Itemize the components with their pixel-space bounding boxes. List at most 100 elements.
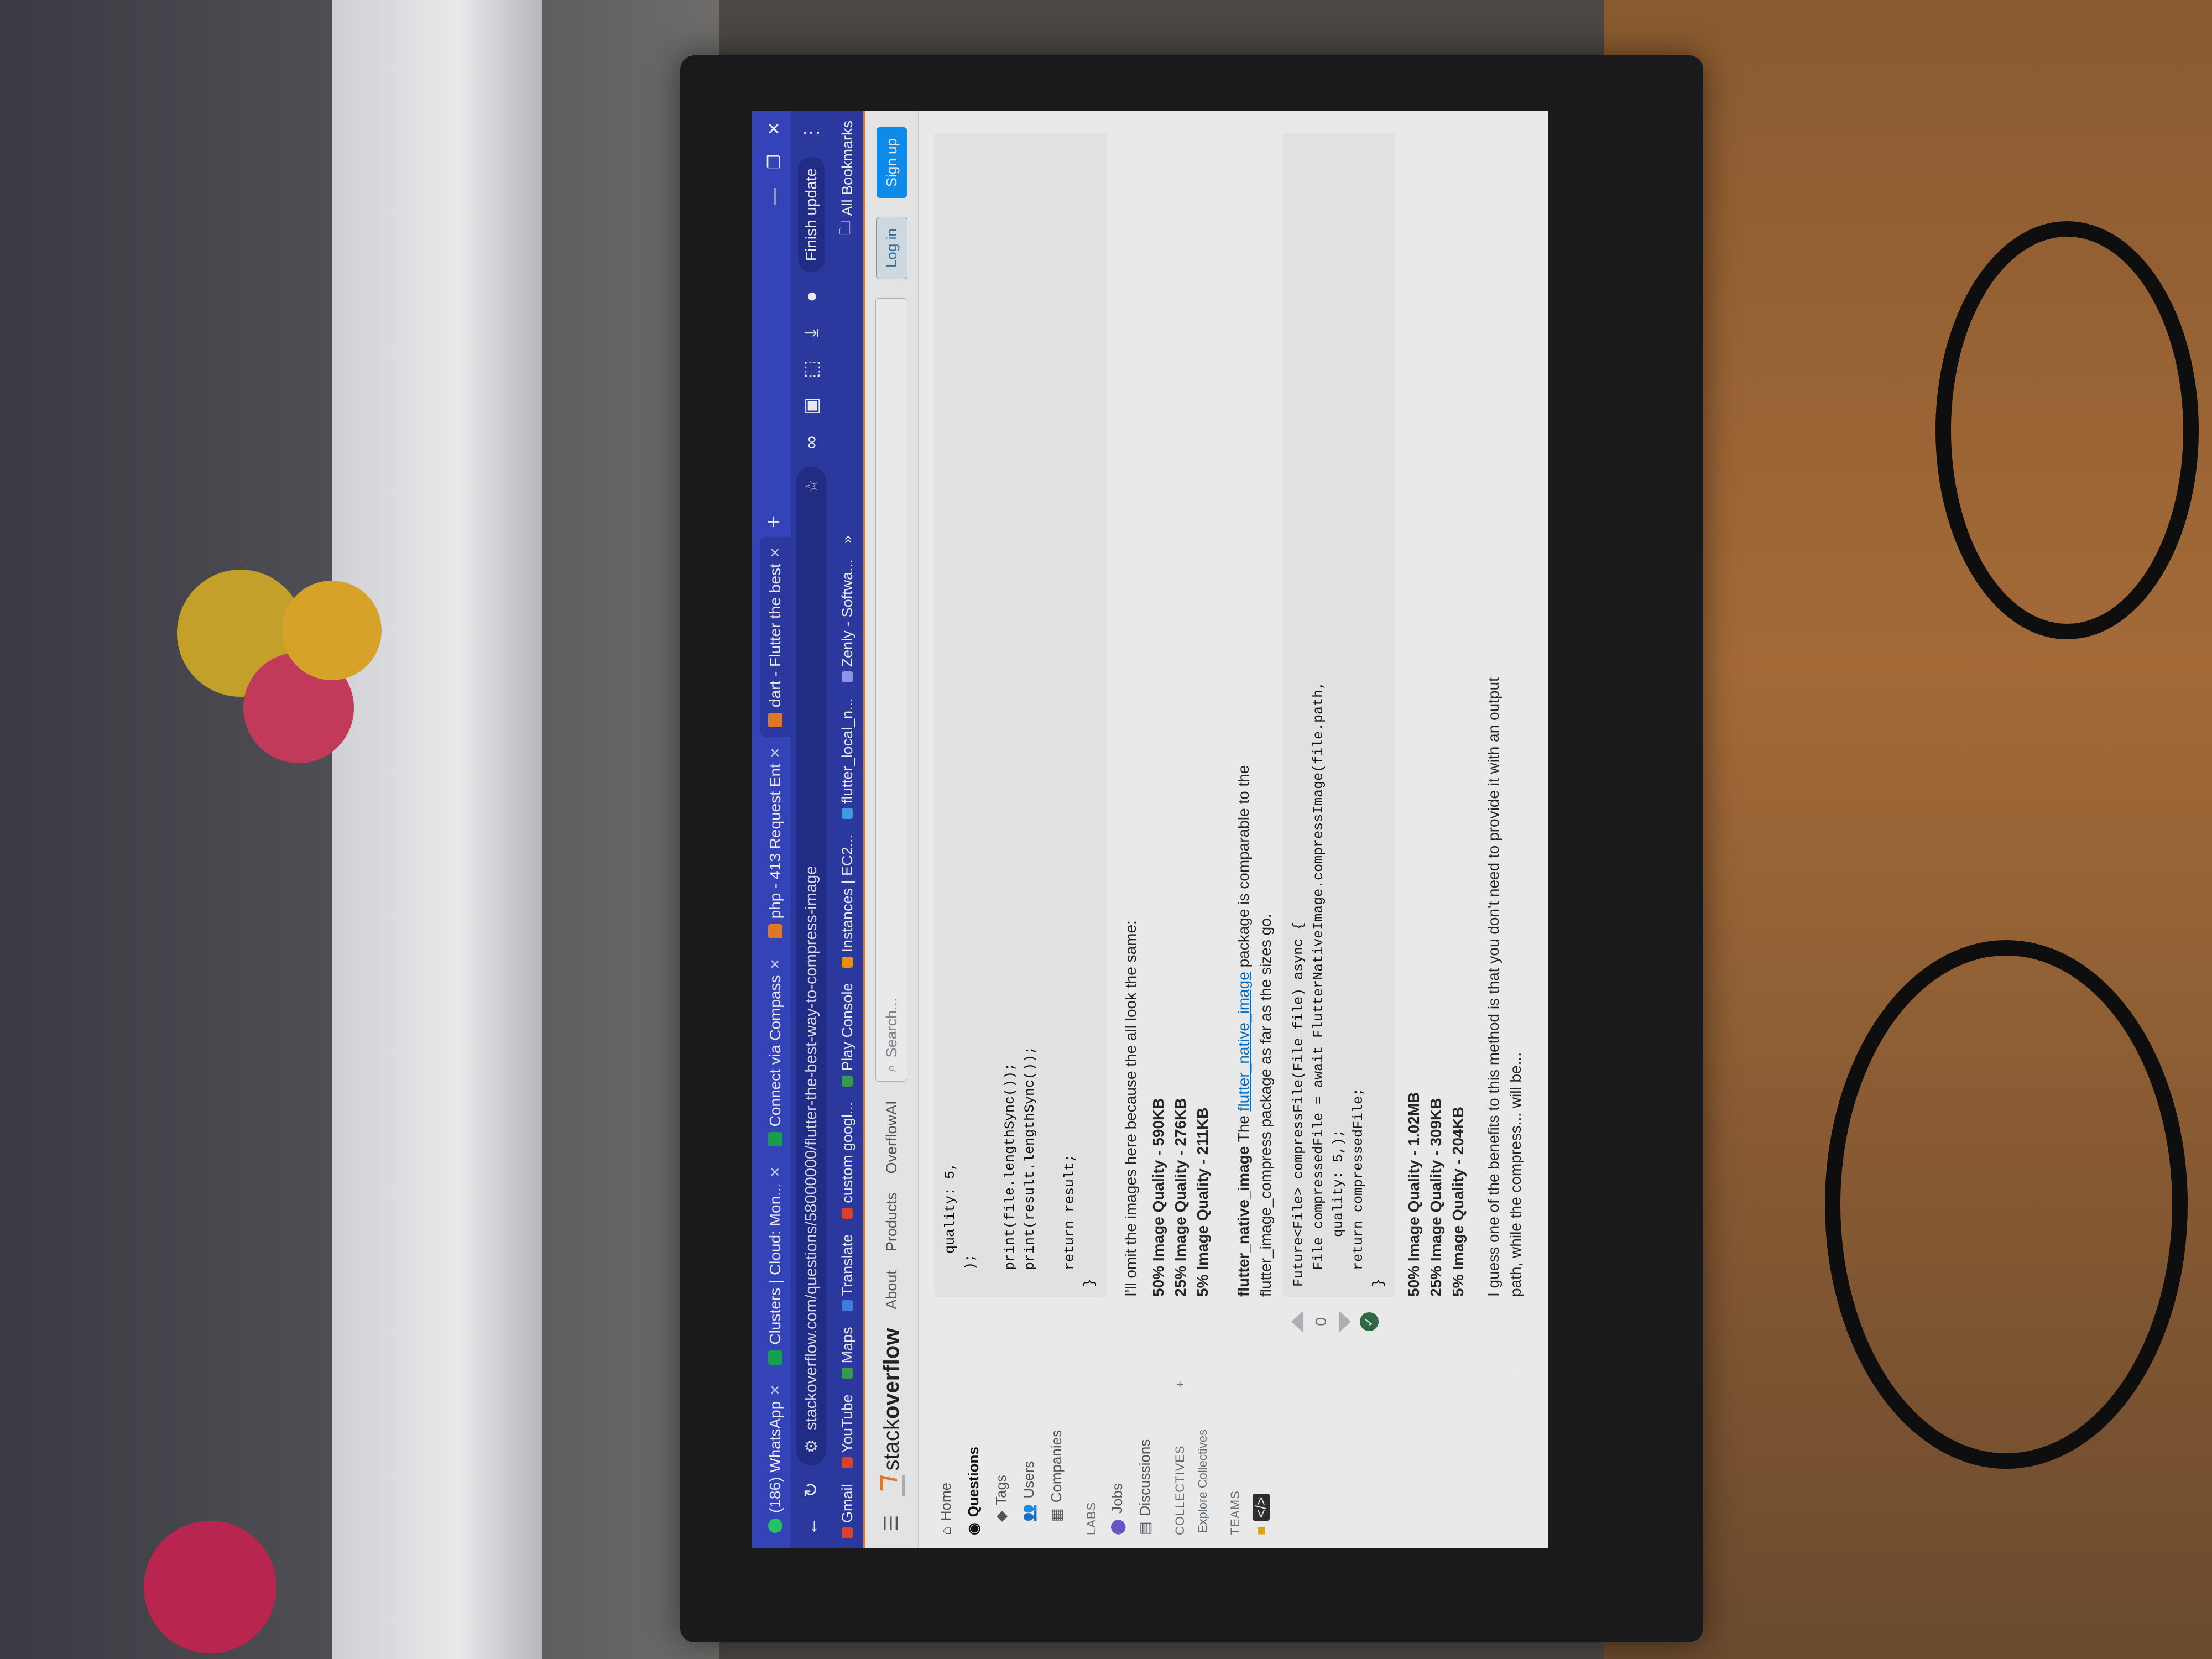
sidebar-item-questions[interactable]: ◉ Questions: [959, 1369, 987, 1535]
nav-products[interactable]: Products: [883, 1193, 900, 1252]
bookmark-label: Zenly - Softwa...: [838, 559, 855, 667]
extension-icon[interactable]: ▣: [800, 394, 822, 418]
login-button[interactable]: Log in: [875, 217, 907, 280]
paragraph-text: flutter_image_compress package as far as…: [1257, 914, 1274, 1297]
result-line: 50% Image Quality - 590KB: [1150, 1098, 1167, 1297]
stackoverflow-icon: [768, 713, 782, 728]
background-shelf-frame: [332, 0, 542, 1659]
teams-promo[interactable]: ■ </>: [1247, 1369, 1275, 1535]
sidebar-item-label: Companies: [1047, 1430, 1065, 1503]
so-logo[interactable]: stackoverflow: [878, 1328, 905, 1496]
site-info-icon[interactable]: ⚙: [802, 1439, 821, 1453]
tab-label: dart - Flutter the best: [766, 564, 784, 708]
sidebar-item-users[interactable]: 👥 Users: [1015, 1369, 1042, 1535]
address-bar[interactable]: ⚙ stackoverflow.com/questions/58000000/f…: [796, 467, 826, 1465]
sidebar-item-jobs[interactable]: ⬤ Jobs: [1103, 1369, 1131, 1535]
star-icon[interactable]: ☆: [802, 479, 821, 493]
discussions-icon: ▤: [1136, 1521, 1153, 1535]
bookmark-gmail[interactable]: Gmail: [839, 1484, 856, 1538]
close-icon[interactable]: ✕: [768, 547, 784, 558]
bookmark-play-console[interactable]: Play Console: [839, 983, 856, 1087]
menu-icon[interactable]: ⋮: [800, 121, 822, 145]
add-icon[interactable]: +: [1173, 1380, 1187, 1388]
extension-icon[interactable]: ∞: [801, 430, 822, 455]
nav-overflowai[interactable]: OverflowAI: [883, 1101, 900, 1174]
tab-compass[interactable]: Connect via Compass ✕: [760, 948, 791, 1156]
search-input[interactable]: ⌕ Search...: [875, 298, 907, 1082]
sidebar-item-discussions[interactable]: ▤ Discussions: [1131, 1369, 1159, 1535]
mongodb-icon: [768, 1132, 782, 1147]
paragraph-text: I guess one of the benefits to this meth…: [1485, 677, 1502, 1297]
sidebar-item-label: Jobs: [1108, 1483, 1125, 1514]
nav-about[interactable]: About: [883, 1270, 900, 1310]
bookmark-label: Gmail: [838, 1484, 855, 1523]
logo-prefix: stack: [879, 1419, 904, 1471]
tab-php[interactable]: php - 413 Request Ent ✕: [760, 737, 791, 948]
bookmark-custom-google[interactable]: custom googl...: [839, 1102, 856, 1219]
bookmark-zenly[interactable]: Zenly - Softwa...: [838, 559, 856, 683]
bookmark-translate[interactable]: Translate: [839, 1234, 856, 1312]
close-icon[interactable]: ✕: [768, 1385, 784, 1396]
bookmark-maps[interactable]: Maps: [839, 1327, 856, 1379]
minimize-icon[interactable]: —: [765, 188, 784, 205]
download-icon[interactable]: ⤓: [801, 321, 822, 345]
tab-whatsapp[interactable]: (186) WhatsApp ✕: [760, 1375, 791, 1543]
mongodb-icon: [768, 1350, 782, 1365]
sidebar-item-explore-collectives[interactable]: Explore Collectives: [1192, 1369, 1214, 1535]
sidebar-section-teams: TEAMS: [1228, 1490, 1242, 1535]
sidebar-item-tags[interactable]: ◆ Tags: [987, 1369, 1015, 1535]
bookmark-ec2[interactable]: Instances | EC2...: [839, 834, 856, 968]
bookmarks-overflow-icon[interactable]: »: [839, 535, 856, 544]
close-icon[interactable]: ✕: [768, 958, 784, 969]
close-window-icon[interactable]: ✕: [765, 122, 784, 135]
left-sidebar: ⌂ Home ◉ Questions ◆ Tags 👥 Users ▦ Companies…: [919, 1369, 1516, 1548]
tab-dart-flutter[interactable]: dart - Flutter the best ✕: [760, 537, 791, 738]
paragraph-text: path, while the compress... will be...: [1507, 1052, 1524, 1297]
vote-count: 0: [1312, 1317, 1329, 1326]
all-bookmarks[interactable]: 🗀 All Bookmarks: [834, 121, 860, 236]
home-icon: ⌂: [937, 1526, 954, 1535]
back-icon[interactable]: ←: [801, 1514, 822, 1538]
sidebar-item-companies[interactable]: ▦ Companies: [1042, 1369, 1070, 1535]
signup-button[interactable]: Sign up: [876, 127, 907, 199]
result-line: 5% Image Quality - 211KB: [1194, 1107, 1211, 1297]
tab-strip: (186) WhatsApp ✕ Clusters | Cloud: Mon..…: [752, 111, 791, 1548]
play-console-icon: [842, 1075, 853, 1087]
section-label: COLLECTIVES: [1173, 1445, 1187, 1535]
downvote-icon[interactable]: [1339, 1311, 1351, 1333]
result-line: 25% Image Quality - 276KB: [1172, 1098, 1189, 1297]
paragraph-text: The: [1235, 1111, 1252, 1146]
stackoverflow-logo-icon: [878, 1475, 905, 1496]
browser-toolbar: ← ↻ ⚙ stackoverflow.com/questions/580000…: [791, 111, 832, 1548]
reload-icon[interactable]: ↻: [800, 1478, 822, 1502]
so-body: ⌂ Home ◉ Questions ◆ Tags 👥 Users ▦ Companies…: [919, 111, 1524, 1548]
tab-label: (186) WhatsApp: [766, 1401, 784, 1513]
native-image-link[interactable]: flutter_native_image: [1235, 972, 1252, 1111]
upvote-icon[interactable]: [1291, 1311, 1303, 1333]
new-tab-button[interactable]: +: [761, 507, 791, 537]
tab-clusters[interactable]: Clusters | Cloud: Mon... ✕: [760, 1156, 791, 1374]
restore-icon[interactable]: ❐: [765, 154, 784, 169]
vote-column: 0 ✓: [1114, 1297, 1532, 1347]
sidebar-item-home[interactable]: ⌂ Home: [932, 1369, 959, 1535]
users-icon: 👥: [1020, 1504, 1037, 1522]
sidebar-item-label: Questions: [964, 1447, 982, 1517]
native-image-paragraph: flutter_native_image The flutter_native_…: [1233, 133, 1277, 1297]
bookmark-label: YouTube: [838, 1394, 855, 1453]
maps-icon: [842, 1368, 853, 1379]
youtube-icon: [842, 1457, 853, 1469]
close-icon[interactable]: ✕: [768, 747, 784, 758]
sidebar-section-collectives: COLLECTIVES +: [1173, 1369, 1187, 1535]
bookmark-flutter-local[interactable]: flutter_local_n...: [839, 698, 856, 819]
accepted-check-icon: ✓: [1360, 1312, 1379, 1331]
profile-icon[interactable]: ●: [801, 284, 822, 309]
puzzle-icon[interactable]: ⬚: [800, 357, 822, 382]
bookmark-label: flutter_local_n...: [838, 698, 855, 804]
close-icon[interactable]: ✕: [768, 1166, 784, 1177]
bookmark-label: custom googl...: [838, 1102, 855, 1203]
folder-icon: 🗀: [837, 220, 853, 236]
finish-update-button[interactable]: Finish update: [798, 157, 825, 273]
bookmark-youtube[interactable]: YouTube: [838, 1394, 856, 1469]
answer-content: quality: 5, ); print(file.lengthSync());…: [919, 111, 1524, 1369]
hamburger-icon[interactable]: ☰: [880, 1515, 902, 1532]
